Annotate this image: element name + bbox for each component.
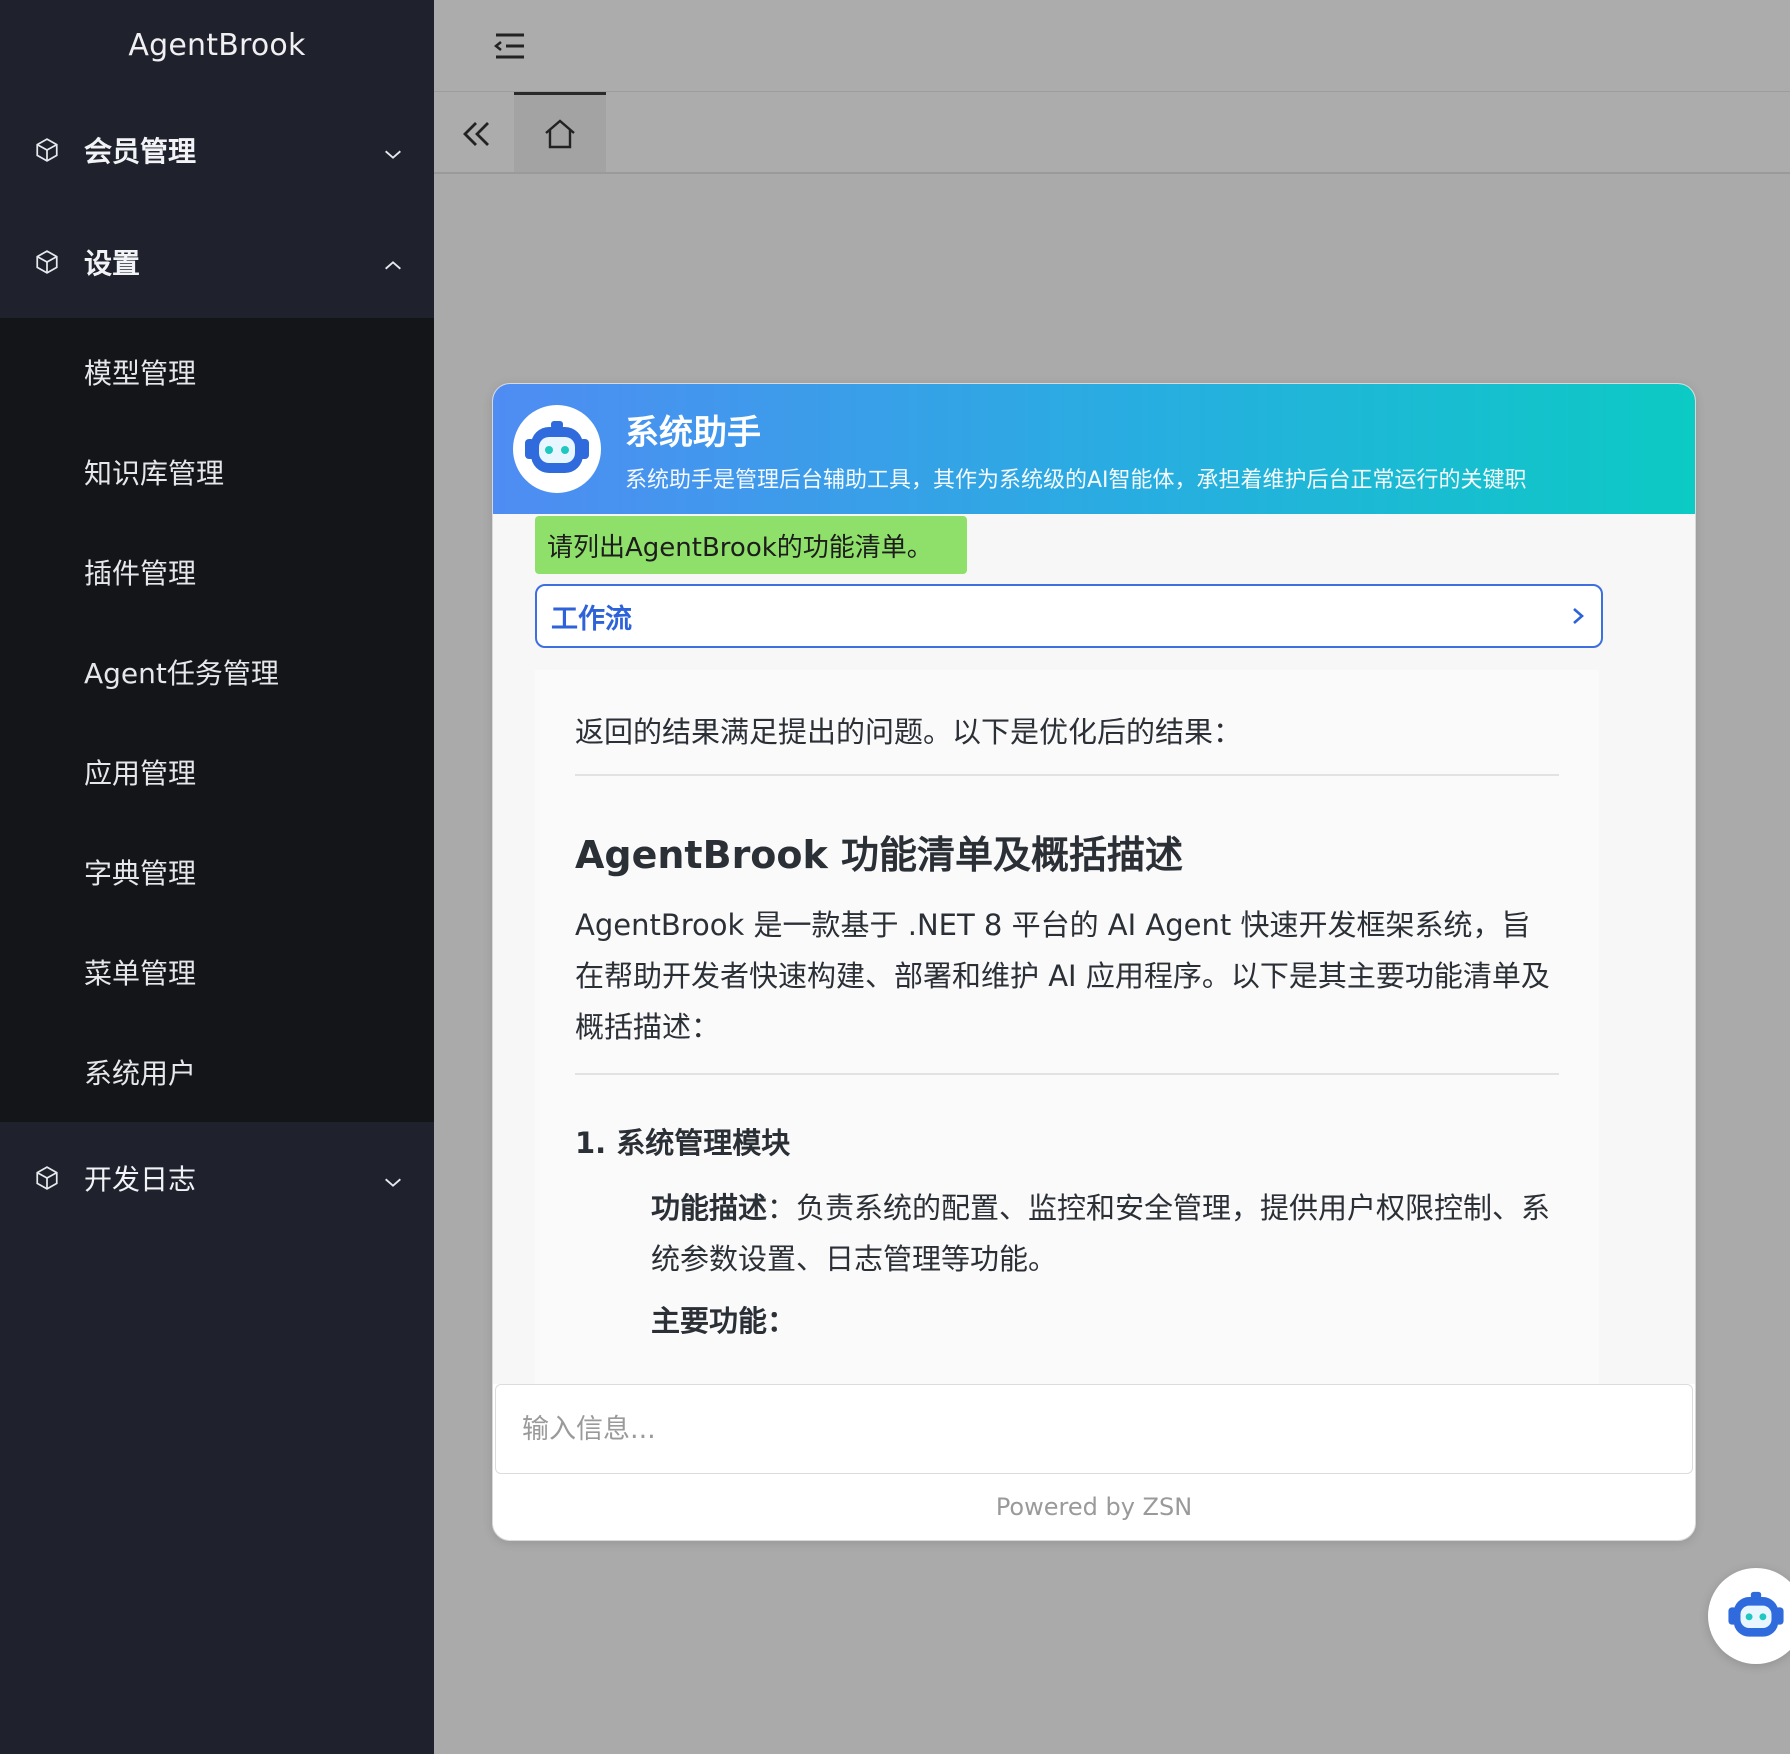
chat-input-box[interactable] <box>495 1384 1693 1474</box>
cube-icon <box>34 137 60 163</box>
divider <box>575 1073 1559 1075</box>
sidebar-group-label: 会员管理 <box>84 135 197 168</box>
chat-messages[interactable]: 请列出AgentBrook的功能清单。 工作流 返回的结果满足提出的问题。以下是… <box>493 514 1695 1384</box>
sidebar-group-label: 开发日志 <box>84 1163 197 1196</box>
home-icon <box>545 118 575 148</box>
chevron-up-icon <box>382 255 404 277</box>
sidebar-item-models[interactable]: 模型管理 <box>0 322 434 422</box>
sidebar: AgentBrook 会员管理 设置 模型管理 知识库管理 插件管理 Agent… <box>0 0 434 1754</box>
robot-avatar-icon <box>513 405 601 493</box>
user-message-bubble: 请列出AgentBrook的功能清单。 <box>535 516 967 574</box>
double-chevron-left-icon <box>463 122 489 146</box>
section-title: 1. 系统管理模块 <box>575 1126 791 1160</box>
chevron-down-icon <box>382 1171 404 1193</box>
sidebar-item-dictionary[interactable]: 字典管理 <box>0 822 434 922</box>
tab-bar <box>434 92 1790 174</box>
assistant-chat-window: 系统助手 系统助手是管理后台辅助工具，其作为系统级的AI智能体，承担着维护后台正… <box>492 383 1696 1541</box>
cube-icon <box>34 1165 60 1191</box>
answer-body: AgentBrook 是一款基于 .NET 8 平台的 AI Agent 快速开… <box>575 908 1550 1044</box>
chat-description: 系统助手是管理后台辅助工具，其作为系统级的AI智能体，承担着维护后台正常运行的关… <box>625 467 1527 493</box>
assistant-launcher-button[interactable] <box>1708 1568 1790 1664</box>
tab-home[interactable] <box>514 92 606 172</box>
sidebar-group-members[interactable]: 会员管理 <box>0 94 434 206</box>
assistant-answer: 返回的结果满足提出的问题。以下是优化后的结果： AgentBrook 功能清单及… <box>535 670 1599 1384</box>
sidebar-item-plugins[interactable]: 插件管理 <box>0 522 434 622</box>
workflow-expander[interactable]: 工作流 <box>535 584 1603 648</box>
chat-message-input[interactable] <box>522 1413 1666 1445</box>
tabs-scroll-left-button[interactable] <box>454 114 498 154</box>
chat-title: 系统助手 <box>625 412 761 453</box>
sidebar-group-dev-log[interactable]: 开发日志 <box>0 1122 434 1234</box>
cube-icon <box>34 249 60 275</box>
brand-logo[interactable]: AgentBrook <box>0 0 434 90</box>
sidebar-toggle-button[interactable] <box>490 26 530 66</box>
menu-fold-icon <box>493 33 524 59</box>
sidebar-item-system-users[interactable]: 系统用户 <box>0 1022 434 1122</box>
function-description: 功能描述：负责系统的配置、监控和安全管理，提供用户权限控制、系统参数设置、日志管… <box>651 1183 1559 1285</box>
sidebar-item-knowledge-base[interactable]: 知识库管理 <box>0 422 434 522</box>
answer-heading: AgentBrook 功能清单及概括描述 <box>575 833 1184 877</box>
sidebar-group-label: 设置 <box>84 247 141 280</box>
chat-header: 系统助手 系统助手是管理后台辅助工具，其作为系统级的AI智能体，承担着维护后台正… <box>493 384 1695 514</box>
sidebar-group-settings[interactable]: 设置 <box>0 206 434 318</box>
main-functions-label: 主要功能： <box>651 1304 797 1338</box>
workflow-label: 工作流 <box>551 603 632 635</box>
chevron-down-icon <box>382 143 404 165</box>
function-description-text: ：负责系统的配置、监控和安全管理，提供用户权限控制、系统参数设置、日志管理等功能… <box>651 1191 1551 1276</box>
function-description-label: 功能描述 <box>651 1191 768 1225</box>
sidebar-item-apps[interactable]: 应用管理 <box>0 722 434 822</box>
chevron-right-icon <box>1573 608 1584 624</box>
sidebar-item-menus[interactable]: 菜单管理 <box>0 922 434 1022</box>
settings-submenu: 模型管理 知识库管理 插件管理 Agent任务管理 应用管理 字典管理 菜单管理… <box>0 318 434 1122</box>
answer-intro: 返回的结果满足提出的问题。以下是优化后的结果： <box>575 715 1243 749</box>
sidebar-item-agent-tasks[interactable]: Agent任务管理 <box>0 622 434 722</box>
powered-by-footer: Powered by ZSN <box>995 1493 1193 1521</box>
divider <box>575 774 1559 776</box>
top-bar <box>434 0 1790 92</box>
robot-icon <box>1728 1591 1784 1637</box>
